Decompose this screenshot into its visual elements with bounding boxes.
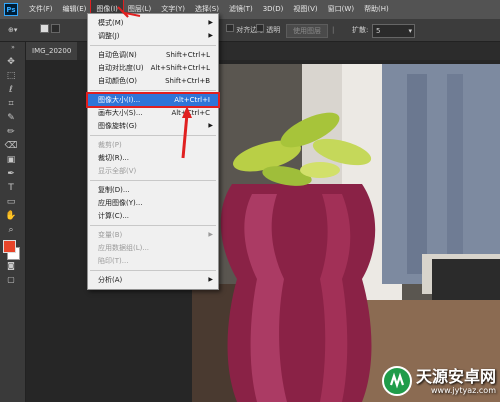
watermark-url: www.jytyaz.com	[431, 385, 496, 395]
watermark-title: 天源安卓网	[415, 366, 496, 386]
android-logo-icon	[381, 366, 412, 396]
watermark: 天源安卓网 www.jytyaz.com	[381, 366, 496, 396]
annotation-arrows	[117, 6, 192, 159]
